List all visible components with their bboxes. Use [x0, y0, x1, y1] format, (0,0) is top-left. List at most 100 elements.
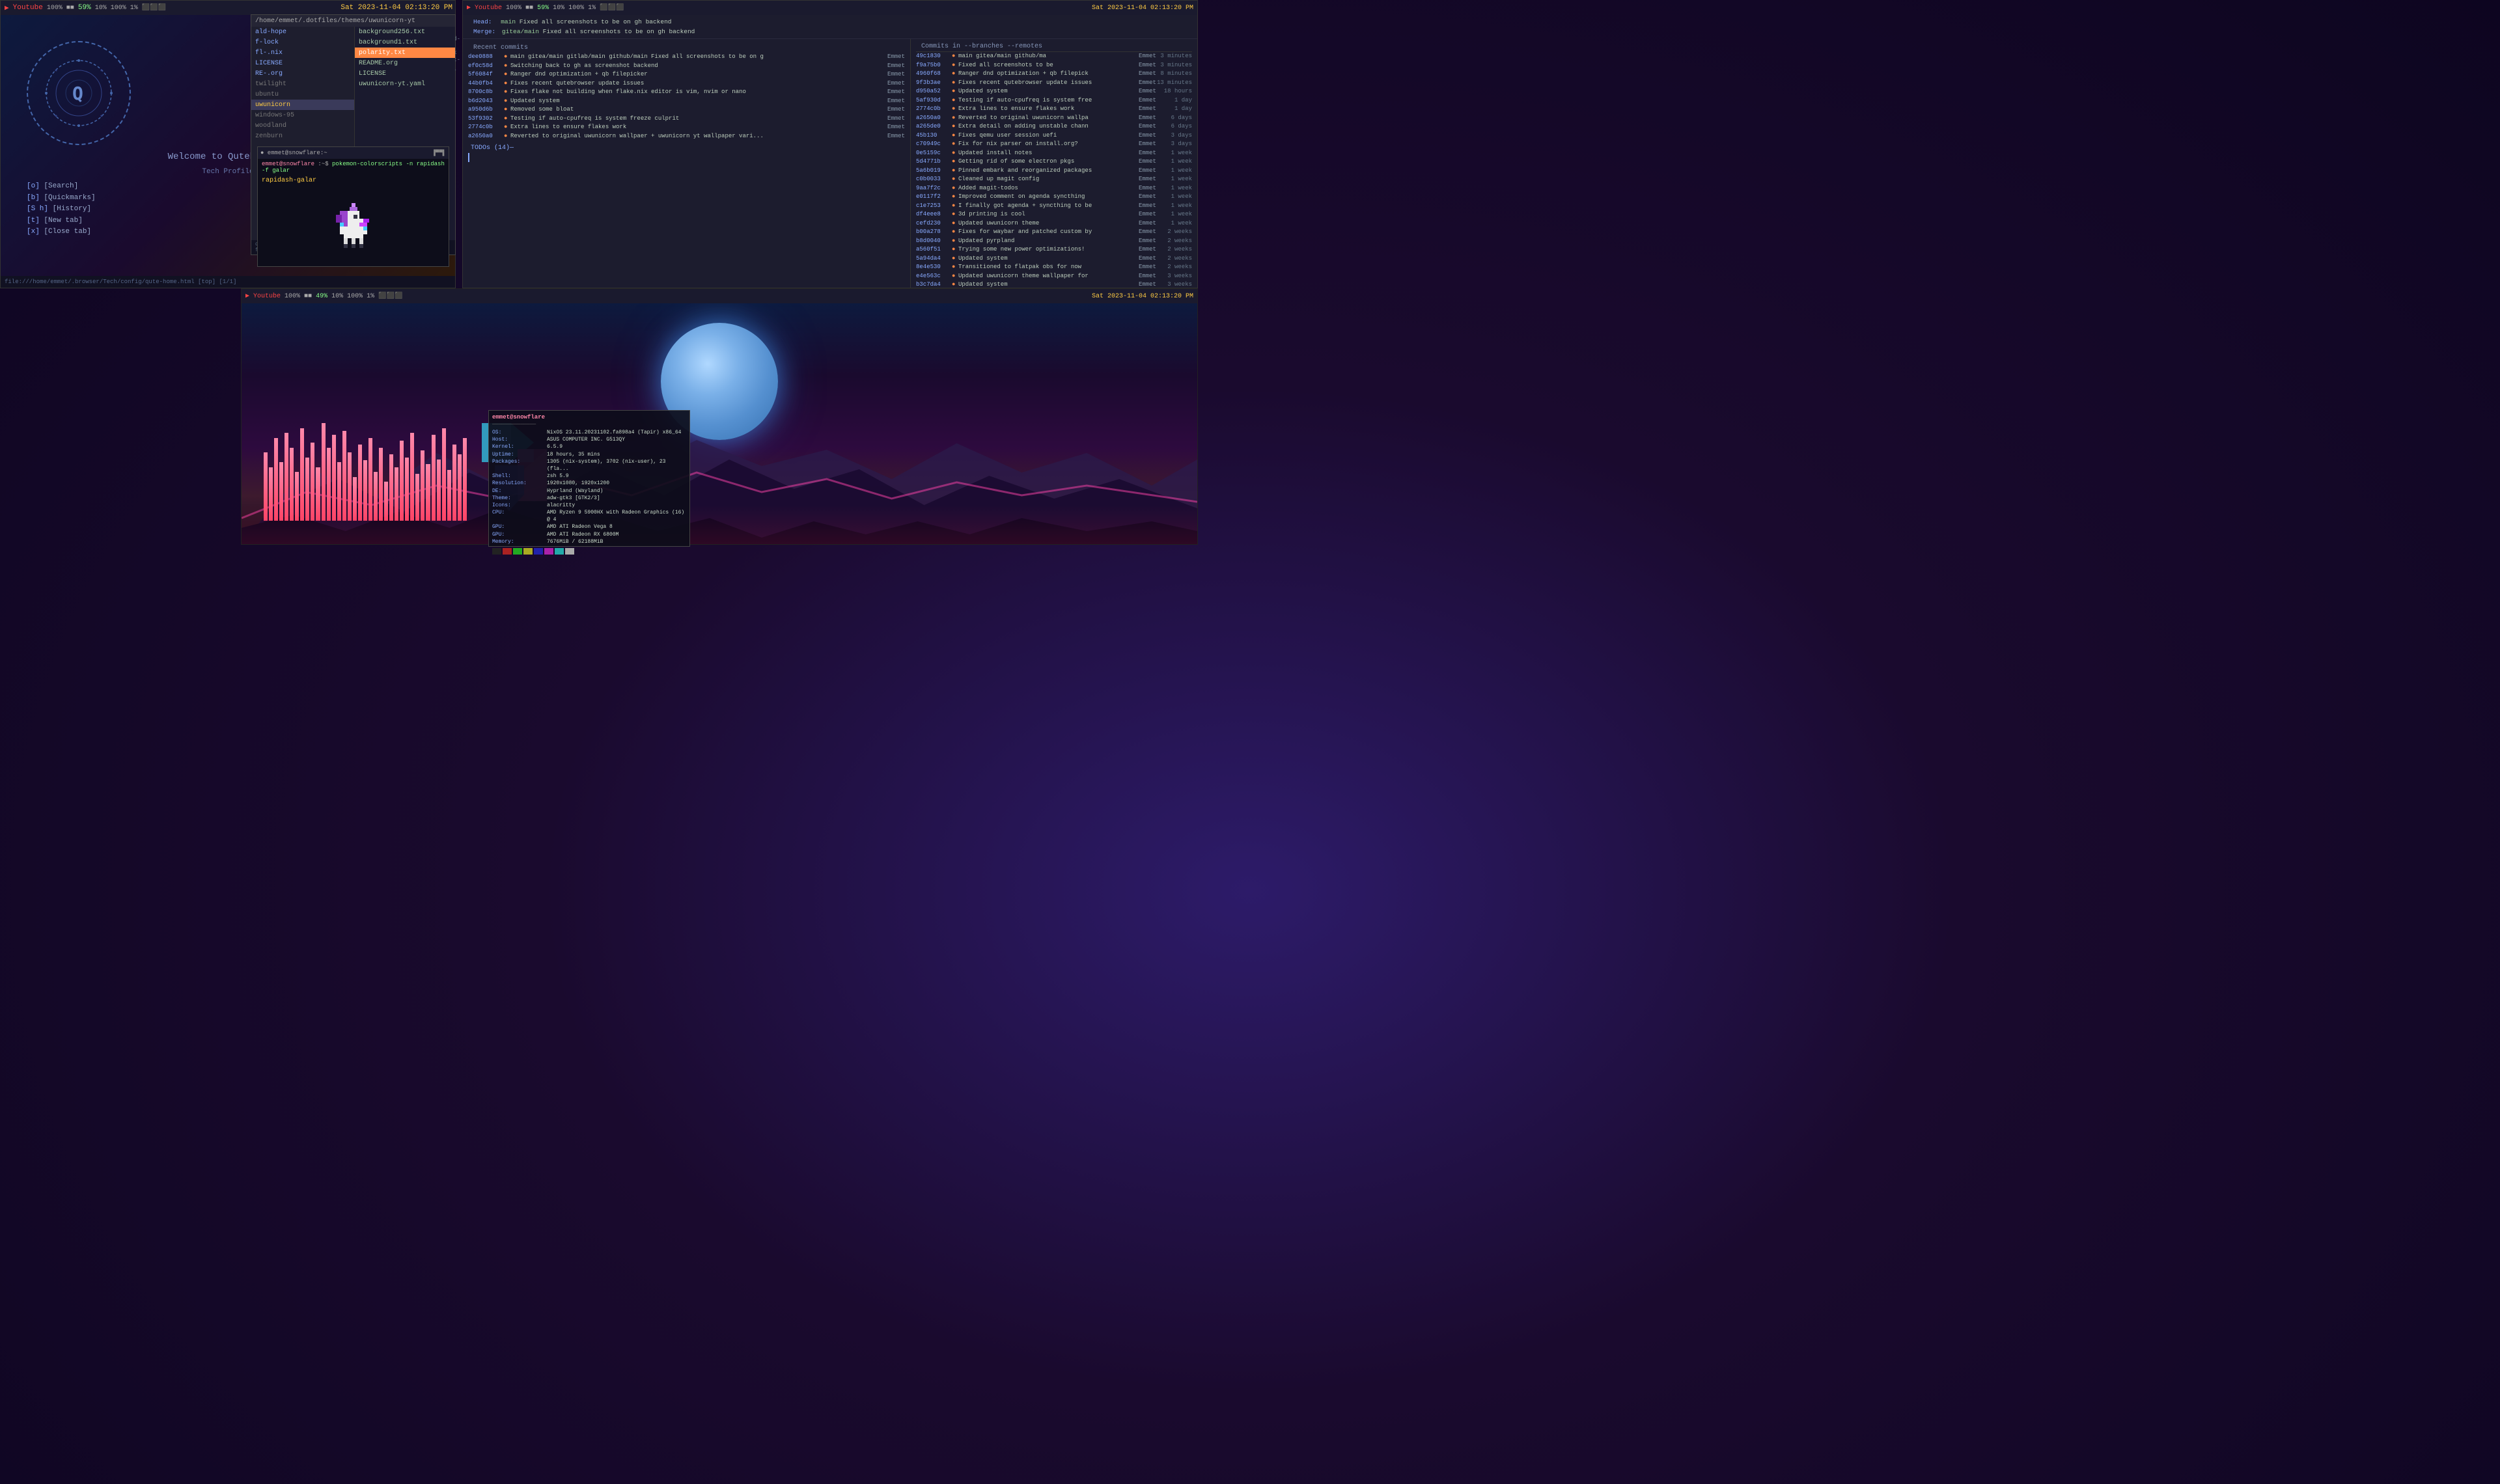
log-commit-2774c0b: 2774c0b ● Extra lines to ensure flakes w… — [916, 105, 1192, 114]
neofetch-resolution: Resolution: 1920x1080, 1920x1200 — [492, 480, 686, 487]
commit-5f6084f: 5f6084f ● Ranger dnd optimization + qb f… — [468, 70, 905, 79]
youtube-label-bottom: Youtube — [253, 293, 281, 300]
neofetch-packages: Packages: 1305 (nix-system), 3702 (nix-u… — [492, 458, 686, 473]
vis-bar-31 — [421, 450, 424, 521]
log-commit-a2650a0: a2650a0 ● Reverted to original uwunicorn… — [916, 114, 1192, 123]
neofetch-kernel: Kernel: 6.5.9 — [492, 443, 686, 450]
vis-bar-21 — [368, 438, 372, 521]
pokemon-name: rapidash-galar — [258, 176, 449, 186]
neofetch-gpu1: GPU: AMD ATI Radeon Vega 8 — [492, 523, 686, 530]
emacs-body: Recent commits dee0888 ● main gitea/main… — [463, 39, 1197, 288]
neofetch-theme: Theme: adw-gtk3 [GTK2/3] — [492, 495, 686, 502]
qute-logo-svg: Q — [40, 54, 118, 132]
vis-bar-32 — [426, 464, 430, 521]
vis-bar-38 — [458, 454, 462, 521]
vis-bar-6 — [290, 448, 294, 521]
fb-file-bg256[interactable]: background256.txt — [355, 27, 455, 37]
sb-time-left: Sat 2023-11-04 02:13:20 PM — [340, 4, 452, 12]
fb-file-yaml[interactable]: uwunicorn-yt.yaml — [355, 79, 455, 89]
vis-bar-39 — [463, 438, 467, 521]
neofetch-icons: Icons: alacritty — [492, 502, 686, 509]
youtube-label-left: Youtube — [13, 4, 43, 12]
vis-bar-35 — [442, 428, 446, 521]
git-merge-row: Merge: gitea/main Fixed all screenshots … — [468, 27, 1192, 36]
statusbar-top-right: ▶ Youtube 100% ■■ 59% 10% 100% 1% ⬛⬛⬛ Sa… — [463, 1, 1197, 15]
qute-menu-item-closetab[interactable]: [x] [Close tab] — [27, 227, 96, 238]
vis-bar-17 — [348, 452, 352, 521]
neofetch-header: emmet@snowflare — [492, 414, 686, 420]
qute-menu-item-history[interactable]: [S h] [History] — [27, 204, 96, 215]
vis-bar-37 — [452, 445, 456, 521]
commit-53f9302: 53f9302 ● Testing if auto-cpufreq is sys… — [468, 115, 905, 124]
youtube-icon-bottom: ▶ — [245, 292, 249, 300]
vis-bar-20 — [363, 460, 367, 521]
fb-file-license[interactable]: LICENSE — [355, 68, 455, 79]
vis-bar-16 — [342, 431, 346, 521]
vis-bar-33 — [432, 435, 436, 521]
qute-menu-item-search[interactable]: [o] [Search] — [27, 181, 96, 193]
vis-bar-1 — [264, 452, 268, 521]
vis-bar-7 — [295, 472, 299, 521]
log-commit-a560f51: a560f51 ● Trying some new power optimiza… — [916, 245, 1192, 254]
vis-bar-15 — [337, 462, 341, 521]
log-commit-cefd230: cefd230 ● Updated uwunicorn theme Emmet … — [916, 219, 1192, 228]
log-commit-5d4771b: 5d4771b ● Getting rid of some electron p… — [916, 158, 1192, 167]
vis-bar-12 — [322, 423, 326, 521]
qute-menu-item-quickmarks[interactable]: [b] [Quickmarks] — [27, 193, 96, 204]
log-commit-a265de0: a265de0 ● Extra detail on adding unstabl… — [916, 122, 1192, 131]
log-commit-d950a52: d950a52 ● Updated system Emmet 18 hours — [916, 87, 1192, 96]
vis-bar-24 — [384, 482, 388, 521]
git-head-info: Head: main Fixed all screenshots to be o… — [463, 15, 1197, 39]
fb-file-readme2[interactable]: README.org — [355, 58, 455, 68]
color-yellow — [523, 548, 533, 555]
fb-path: /home/emmet/.dotfiles/themes/uwunicorn-y… — [255, 18, 415, 25]
qute-statusbar: file:///home/emmet/.browser/Tech/config/… — [1, 276, 455, 288]
pokemon-sprite-svg — [324, 195, 383, 254]
neofetch-window: emmet@snowflare ────────────── OS: NixOS… — [488, 410, 690, 547]
vis-bar-18 — [353, 477, 357, 521]
sb-num1-left: 1% — [130, 5, 138, 12]
sb-sep1: ■■ — [66, 5, 74, 12]
vis-bar-36 — [447, 470, 451, 521]
fb-file-bg1[interactable]: background1.txt — [355, 37, 455, 48]
vis-bar-4 — [279, 462, 283, 521]
qute-url: file:///home/emmet/.browser/Tech/config/… — [5, 279, 236, 285]
log-commit-9f3b3ae: 9f3b3ae ● Fixes recent qutebrowser updat… — [916, 79, 1192, 88]
audio-visualizer: .vis-bar:nth-child(1){height:45%} .vis-b… — [264, 423, 472, 521]
youtube-icon-right: ▶ — [467, 4, 471, 12]
sb-time-bottom: Sat 2023-11-04 02:13:20 PM — [1092, 293, 1193, 300]
vis-bar-5 — [285, 433, 288, 521]
sb-mem1-left: 10% — [95, 5, 107, 12]
fb-header: /home/emmet/.dotfiles/themes/uwunicorn-y… — [251, 15, 455, 27]
commit-8700c8b: 8700c8b ● Fixes flake not building when … — [468, 88, 905, 97]
log-commit-c1e7253: c1e7253 ● I finally got agenda + syncthi… — [916, 202, 1192, 211]
log-commit-e4e563c: e4e563c ● Updated uwunicorn theme wallpa… — [916, 272, 1192, 281]
log-commit-b3c7da4: b3c7da4 ● Updated system Emmet 3 weeks — [916, 281, 1192, 288]
pokemon-command: emmet@snowflare :~$ pokemon-colorscripts… — [258, 159, 449, 176]
color-magenta — [544, 548, 553, 555]
pokemon-statusbar: ● emmet@snowflare:~ ▐▀▀▌ — [258, 147, 449, 159]
git-head-row: Head: main Fixed all screenshots to be o… — [468, 17, 1192, 27]
statusbar-bottom: ▶ Youtube 100% ■■ 49% 10% 100% 1% ⬛⬛⬛ Sa… — [242, 289, 1197, 303]
qute-menu: [o] [Search] [b] [Quickmarks] [S h] [His… — [27, 181, 96, 238]
vis-bar-29 — [410, 433, 414, 521]
log-commit-5a6b019: 5a6b019 ● Pinned embark and reorganized … — [916, 167, 1192, 176]
neofetch-user: emmet@snowflare — [492, 414, 545, 420]
qute-menu-item-newtab[interactable]: [t] [New tab] — [27, 215, 96, 227]
vis-bar-23 — [379, 448, 383, 521]
vis-bar-11 — [316, 467, 320, 521]
vis-bar-22 — [374, 472, 378, 521]
log-commit-4960f68: 4960f68 ● Ranger dnd optimization + qb f… — [916, 70, 1192, 79]
pokemon-statusbar-text: ● emmet@snowflare:~ — [260, 150, 327, 156]
neofetch-gpu2: GPU: AMD ATI Radeon RX 6800M — [492, 531, 686, 538]
commit-ef0c58d: ef0c58d ● Switching back to gh as screen… — [468, 62, 905, 71]
commit-44b0fb4: 44b0fb4 ● Fixes recent qutebrowser updat… — [468, 79, 905, 89]
color-red — [503, 548, 512, 555]
vis-bar-2 — [269, 467, 273, 521]
sb-icons-left: ⬛⬛⬛ — [142, 4, 166, 12]
fb-file-polarity-sel[interactable]: polarity.txt — [355, 48, 455, 58]
qute-circle-logo: Q — [27, 41, 131, 145]
log-commit-df4eee8: df4eee8 ● 3d printing is cool Emmet 1 we… — [916, 210, 1192, 219]
log-commit-8e4e530: 8e4e530 ● Transitioned to flatpak obs fo… — [916, 263, 1192, 272]
color-white — [565, 548, 574, 555]
